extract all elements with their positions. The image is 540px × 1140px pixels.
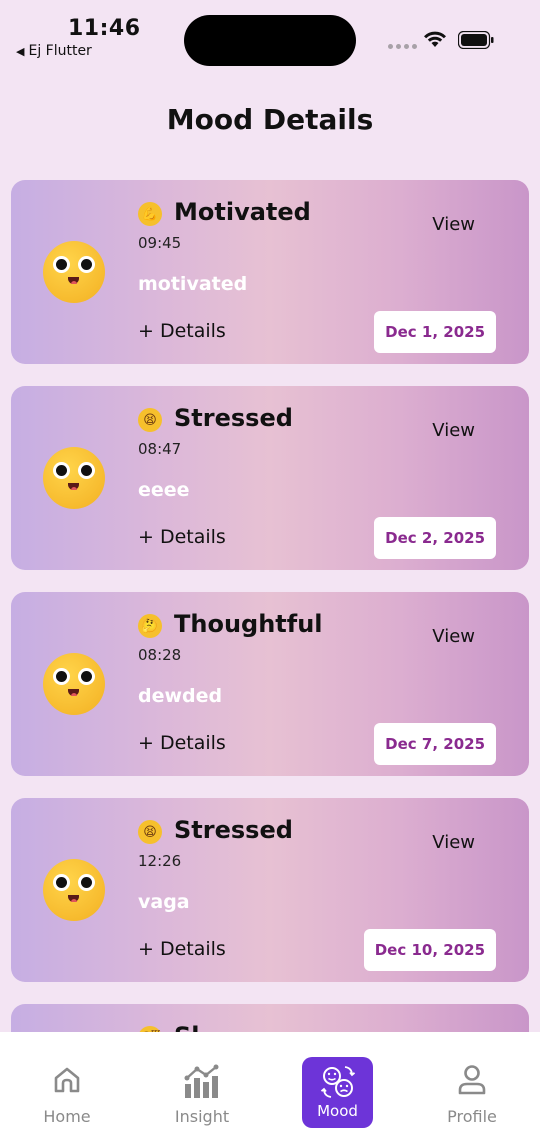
mood-swap-icon <box>320 1066 356 1098</box>
dynamic-island <box>184 15 356 66</box>
mood-name: Stressed <box>174 816 293 844</box>
smiley-face-icon <box>43 447 105 509</box>
view-button[interactable]: View <box>432 832 475 853</box>
mood-note: eeee <box>138 479 190 501</box>
mood-time: 08:28 <box>138 646 182 664</box>
details-button[interactable]: + Details <box>138 732 226 754</box>
details-button[interactable]: + Details <box>138 320 226 342</box>
mood-note: motivated <box>138 273 248 295</box>
nav-mood[interactable]: Mood <box>302 1057 373 1128</box>
flexed-biceps-emoji-icon: 💪 <box>138 202 162 226</box>
mood-entry-card[interactable]: 😴 Sl <box>11 1004 529 1032</box>
thinking-face-emoji-icon: 🤔 <box>138 614 162 638</box>
view-button[interactable]: View <box>432 626 475 647</box>
nav-mood-label: Mood <box>317 1102 358 1120</box>
mood-name: Motivated <box>174 198 311 226</box>
mood-name: Sl <box>174 1022 200 1032</box>
mood-time: 09:45 <box>138 234 182 252</box>
mood-entry-card[interactable]: 💪 Motivated 09:45 motivated + Details Vi… <box>11 180 529 364</box>
nav-profile[interactable]: Profile <box>422 1032 522 1140</box>
nav-insight-label: Insight <box>174 1107 230 1126</box>
status-time: 11:46 <box>68 16 141 41</box>
date-chip: Dec 1, 2025 <box>374 311 496 353</box>
page-title: Mood Details <box>166 103 374 136</box>
wifi-icon <box>424 31 446 47</box>
back-app-label: Ej Flutter <box>28 43 92 59</box>
mood-note: vaga <box>138 891 190 913</box>
bottom-navigation: Home Insight Mood Profile <box>0 1032 540 1140</box>
mood-entry-card[interactable]: 🤔 Thoughtful 08:28 dewded + Details View… <box>11 592 529 776</box>
mood-details-screen: 11:46 ◀ Ej Flutter Mood Details 💪 Motiva… <box>0 0 540 1140</box>
smiley-face-icon <box>43 241 105 303</box>
date-chip: Dec 7, 2025 <box>374 723 496 765</box>
smiley-face-icon <box>43 653 105 715</box>
mood-entry-card[interactable]: 😫 Stressed 12:26 vaga + Details View Dec… <box>11 798 529 982</box>
nav-home-label: Home <box>43 1107 91 1126</box>
nav-home[interactable]: Home <box>17 1032 117 1140</box>
tired-face-emoji-icon: 😫 <box>138 820 162 844</box>
mood-time: 08:47 <box>138 440 182 458</box>
back-to-app-button[interactable]: ◀ Ej Flutter <box>16 43 92 59</box>
insight-chart-icon <box>184 1064 219 1098</box>
tired-face-emoji-icon: 😫 <box>138 408 162 432</box>
view-button[interactable]: View <box>432 420 475 441</box>
date-chip: Dec 2, 2025 <box>374 517 496 559</box>
mood-entry-list[interactable]: 💪 Motivated 09:45 motivated + Details Vi… <box>11 180 529 1032</box>
mood-name: Thoughtful <box>174 610 323 638</box>
view-button[interactable]: View <box>432 214 475 235</box>
mood-note: dewded <box>138 685 223 707</box>
battery-icon <box>458 31 494 49</box>
smiley-face-icon <box>43 859 105 921</box>
date-chip: Dec 10, 2025 <box>363 929 496 971</box>
mood-name: Stressed <box>174 404 293 432</box>
nav-insight[interactable]: Insight <box>152 1032 252 1140</box>
details-button[interactable]: + Details <box>138 526 226 548</box>
details-button[interactable]: + Details <box>138 938 226 960</box>
home-icon <box>54 1067 80 1093</box>
profile-user-icon <box>458 1065 486 1095</box>
mood-entry-card[interactable]: 😫 Stressed 08:47 eeee + Details View Dec… <box>11 386 529 570</box>
nav-profile-label: Profile <box>447 1107 497 1126</box>
signal-icon <box>388 44 417 49</box>
mood-time: 12:26 <box>138 852 182 870</box>
back-arrow-icon: ◀ <box>16 44 25 58</box>
